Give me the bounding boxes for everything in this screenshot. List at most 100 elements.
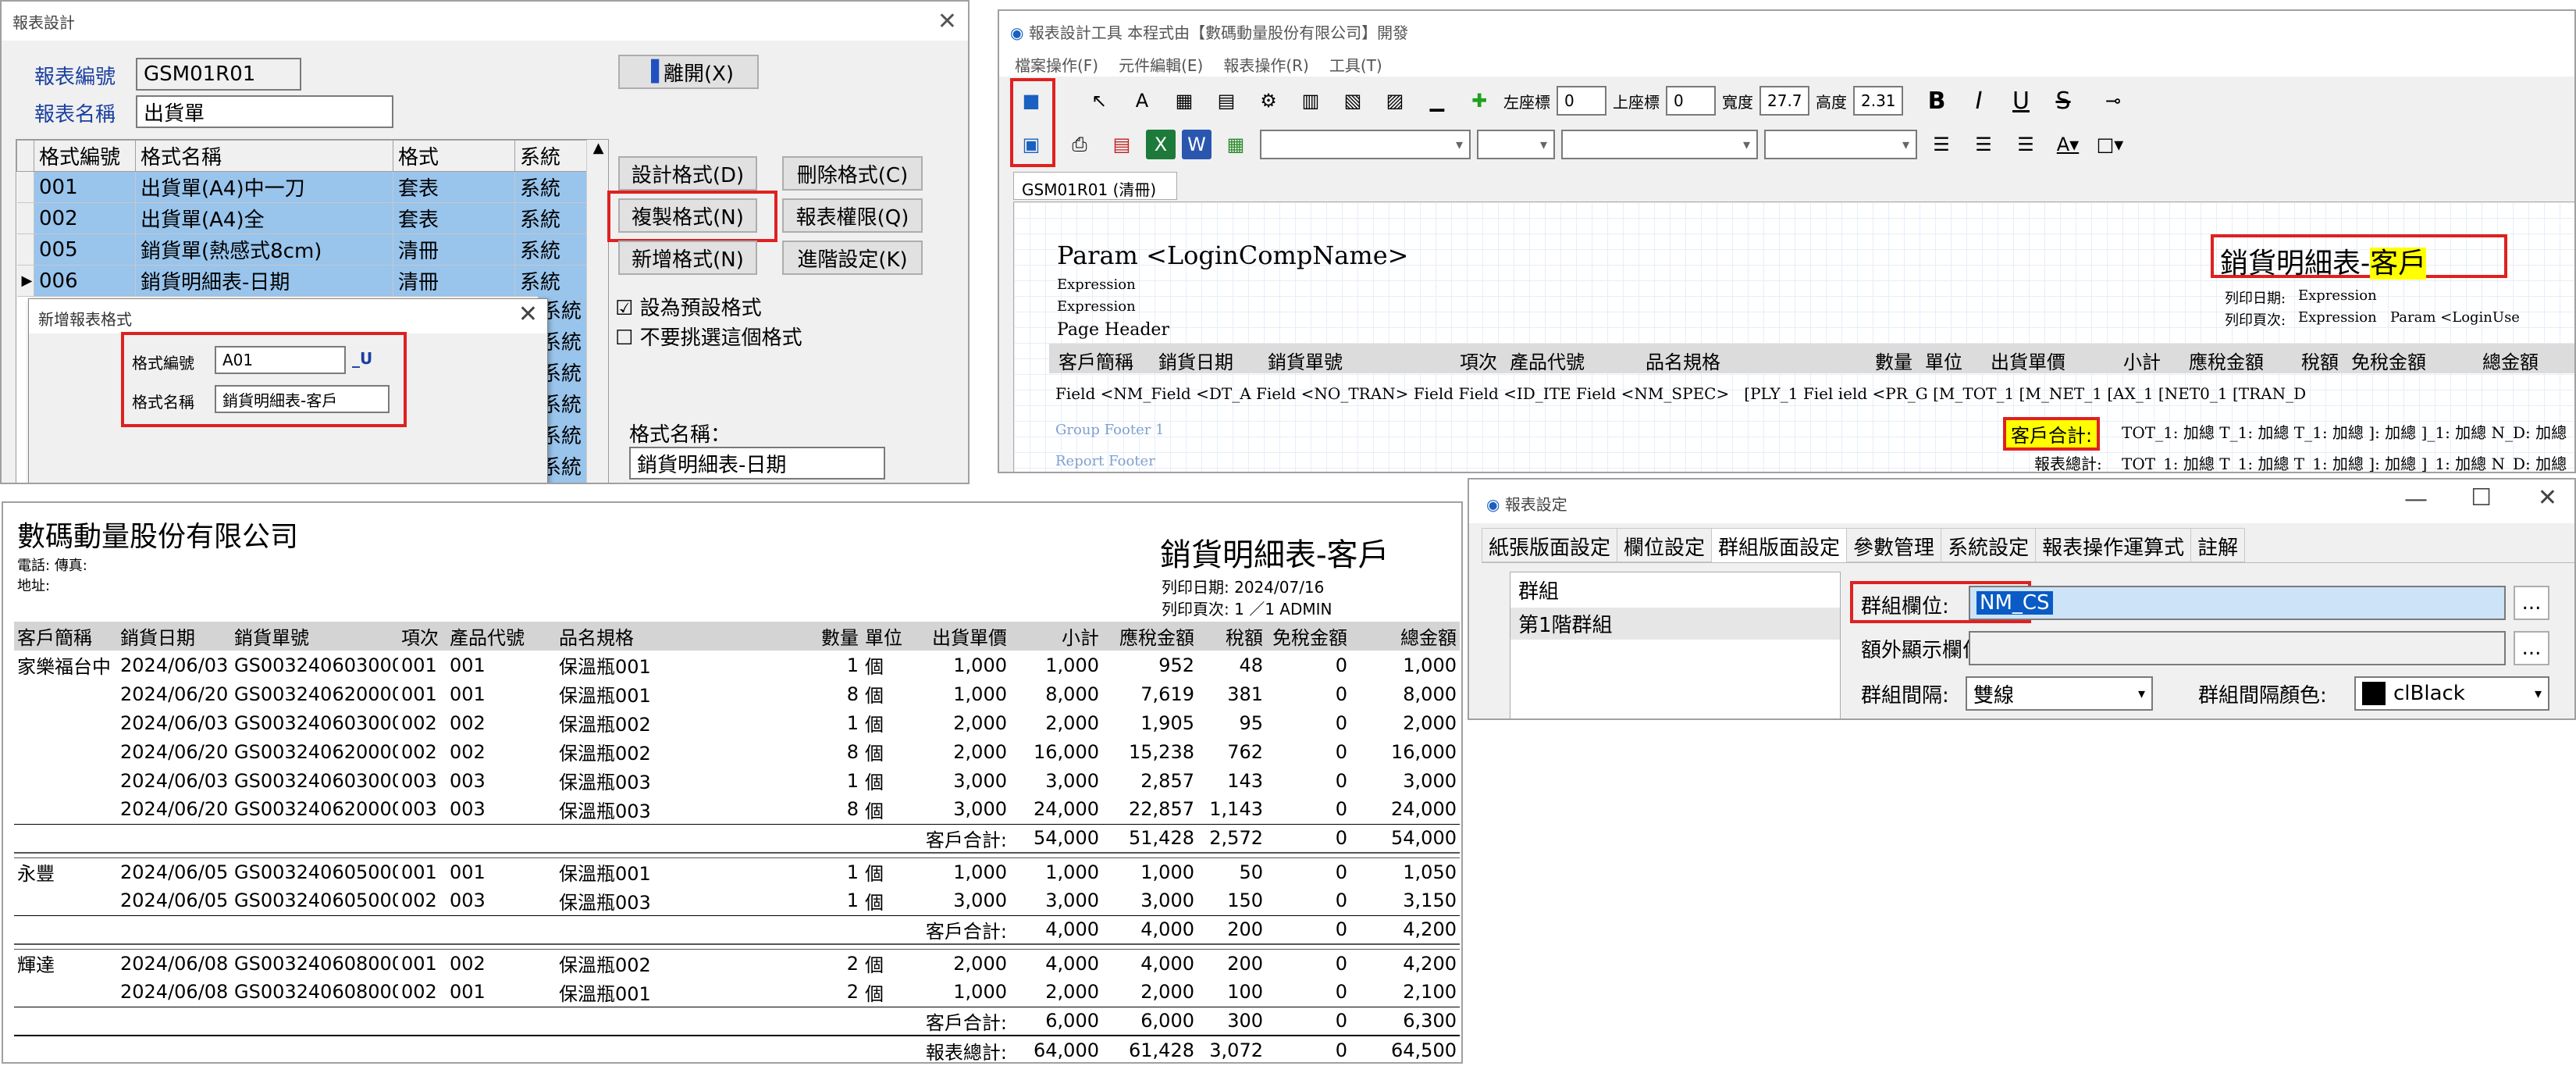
default-format-checkbox[interactable]: ☑ 設為預設格式 xyxy=(615,292,762,321)
pin-icon[interactable]: ⊸ xyxy=(2095,83,2131,119)
field-tool-icon[interactable]: ▤ xyxy=(1208,83,1244,119)
tree-item-level1[interactable]: 第1階群組 xyxy=(1510,608,1840,640)
italic-icon[interactable]: I xyxy=(1961,83,1997,119)
extra-field-more-button[interactable]: ... xyxy=(2514,631,2549,665)
tab-6[interactable]: 註解 xyxy=(2190,528,2246,562)
report-cell: 個 xyxy=(865,714,884,736)
tab-3[interactable]: 參數管理 xyxy=(1846,528,1942,562)
calc-tool-icon[interactable]: ▥ xyxy=(1293,83,1329,119)
tab-designer[interactable]: GSM01R01 (清冊) xyxy=(1013,172,1177,200)
group-aggregates[interactable]: TOT_1: 加總 T_1: 加總 T_1: 加總 ]: 加總 ]_1: 加總 … xyxy=(2122,420,2574,443)
strikethrough-icon[interactable]: S xyxy=(2045,83,2081,119)
menu-edit[interactable]: 元件編輯(E) xyxy=(1119,56,1203,75)
report-cell: 保溫瓶001 xyxy=(559,982,651,1005)
expression-3[interactable]: Expression xyxy=(2298,287,2377,304)
close-icon[interactable]: ✕ xyxy=(518,301,538,328)
customer-total-label[interactable]: 客戶合計: xyxy=(2003,417,2101,451)
report-header-cell: 總金額 xyxy=(1400,627,1457,649)
vertical-scrollbar[interactable]: ▲ xyxy=(586,140,608,483)
leave-button[interactable]: ▐ 離開(X) xyxy=(618,55,759,89)
tab-0[interactable]: 紙張版面設定 xyxy=(1482,528,1618,562)
size-select[interactable]: ▾ xyxy=(1477,130,1555,159)
tab-2[interactable]: 群組版面設定 xyxy=(1711,528,1848,562)
style-select[interactable]: ▾ xyxy=(1561,130,1758,159)
col-header[interactable]: 系統 xyxy=(514,140,587,172)
report-cell: 2 xyxy=(846,981,859,1004)
tab-5[interactable]: 報表操作運算式 xyxy=(2035,528,2192,562)
width-field[interactable]: 27.7 xyxy=(1759,86,1809,116)
header-cell: 小計 xyxy=(2123,351,2161,373)
barcode-tool-icon[interactable]: ▧ xyxy=(1335,83,1371,119)
font-select[interactable]: ▾ xyxy=(1260,130,1471,159)
table-row[interactable]: 002 出貨單(A4)全 套表 系統 xyxy=(16,202,587,234)
report-no-field[interactable]: GSM01R01 xyxy=(136,58,301,91)
border-icon[interactable]: □▾ xyxy=(2092,127,2128,162)
report-title-box[interactable]: 銷貨明細表-客戶 xyxy=(2211,234,2507,280)
expression-4[interactable]: Expression xyxy=(2298,309,2377,326)
delete-format-button[interactable]: 刪除格式(C) xyxy=(782,156,923,191)
extra-field-input[interactable] xyxy=(1969,631,2506,665)
new-format-button[interactable]: 新增格式(N) xyxy=(618,241,757,275)
print-icon[interactable]: ⎙ xyxy=(1062,127,1098,162)
skip-format-checkbox[interactable]: ☐ 不要挑選這個格式 xyxy=(615,322,802,351)
bold-icon[interactable]: B xyxy=(1919,83,1955,119)
col-header[interactable]: 格式編號 xyxy=(34,140,136,172)
var-tool-icon[interactable]: ▨ xyxy=(1377,83,1413,119)
group-total-cell: 200 xyxy=(1227,918,1263,941)
design-format-button[interactable]: 設計格式(D) xyxy=(618,156,757,191)
table-row[interactable]: 005 銷貨單(熱感式8cm) 清冊 系統 xyxy=(16,234,587,266)
close-icon[interactable]: ✕ xyxy=(938,8,957,35)
line-tool-icon[interactable]: ▁ xyxy=(1419,83,1455,119)
report-cell: 2,100 xyxy=(1403,981,1457,1004)
param-tool-icon[interactable]: ⚙ xyxy=(1251,83,1286,119)
tree-item-group[interactable]: 群組 xyxy=(1510,572,1840,608)
maximize-icon[interactable]: ☐ xyxy=(2471,484,2492,512)
interval-color-label: 群組間隔顏色: xyxy=(2198,684,2327,708)
minimize-icon[interactable]: — xyxy=(2404,486,2428,513)
underline-icon[interactable]: U xyxy=(2003,83,2039,119)
advanced-settings-button[interactable]: 進階設定(K) xyxy=(782,241,923,275)
group-field-input[interactable]: NM_CS xyxy=(1969,586,2506,620)
tab-4[interactable]: 系統設定 xyxy=(1941,528,2037,562)
add-band-icon[interactable]: ✚ xyxy=(1461,83,1497,119)
col-header[interactable]: 格式 xyxy=(393,140,515,172)
group-field-more-button[interactable]: ... xyxy=(2514,586,2549,620)
report-name-field[interactable]: 出貨單 xyxy=(136,95,393,128)
detail-fields[interactable]: Field <NM_Field <DT_A Field <NO_TRAN> Fi… xyxy=(1055,384,2570,403)
excel-icon[interactable]: X xyxy=(1146,130,1176,159)
report-settings-window: ◉ 報表設定 — ☐ ✕ 紙張版面設定 欄位設定 群組版面設定 參數管理 系統設定 報表操… xyxy=(1468,478,2576,720)
align-center-icon[interactable]: ☰ xyxy=(1966,127,2001,162)
close-icon[interactable]: ✕ xyxy=(2538,484,2557,512)
image-tool-icon[interactable]: ▦ xyxy=(1166,83,1202,119)
menu-tools[interactable]: 工具(T) xyxy=(1329,56,1382,75)
expression-2[interactable]: Expression xyxy=(1057,298,1136,315)
col-header[interactable]: 格式名稱 xyxy=(135,140,393,172)
report-permission-button[interactable]: 報表權限(Q) xyxy=(782,198,923,233)
table-row[interactable]: 001 出貨單(A4)中一刀 套表 系統 xyxy=(16,171,587,203)
interval-color-select[interactable]: clBlack ▾ xyxy=(2354,676,2549,711)
pdf-icon[interactable]: ▤ xyxy=(1104,127,1140,162)
menu-report[interactable]: 報表操作(R) xyxy=(1223,56,1309,75)
top-field[interactable]: 0 xyxy=(1666,86,1716,116)
word-icon[interactable]: W xyxy=(1182,130,1212,159)
pointer-icon[interactable]: ↖ xyxy=(1080,83,1118,119)
text-tool-icon[interactable]: A xyxy=(1124,83,1160,119)
format-name-field[interactable]: 銷貨明細表-日期 xyxy=(629,447,885,480)
align-left-icon[interactable]: ☰ xyxy=(1923,127,1959,162)
grand-total-cell: 64,000 xyxy=(1034,1039,1099,1061)
band-select[interactable]: ▾ xyxy=(1764,130,1917,159)
report-aggregates[interactable]: TOT_1: 加總 T_1: 加總 T_1: 加總 ]: 加總 ]_1: 加總 … xyxy=(2122,451,2574,472)
table-row[interactable]: ▶ 006 銷貨明細表-日期 清冊 系統 xyxy=(16,265,587,297)
align-right-icon[interactable]: ☰ xyxy=(2008,127,2044,162)
interval-select[interactable]: 雙線 ▾ xyxy=(1966,676,2153,711)
param-company[interactable]: Param <LoginCompName> xyxy=(1057,241,1408,270)
menu-file[interactable]: 檔案操作(F) xyxy=(1015,56,1098,75)
height-field[interactable]: 2.31 xyxy=(1853,86,1903,116)
tab-1[interactable]: 欄位設定 xyxy=(1617,528,1713,562)
export-icon[interactable]: ▦ xyxy=(1218,127,1254,162)
font-color-icon[interactable]: A▾ xyxy=(2050,127,2086,162)
report-total-label[interactable]: 報表總計: xyxy=(2034,451,2102,472)
expression-1[interactable]: Expression xyxy=(1057,276,1136,293)
param-user[interactable]: Param <LoginUse xyxy=(2390,309,2520,326)
left-field[interactable]: 0 xyxy=(1557,86,1606,116)
